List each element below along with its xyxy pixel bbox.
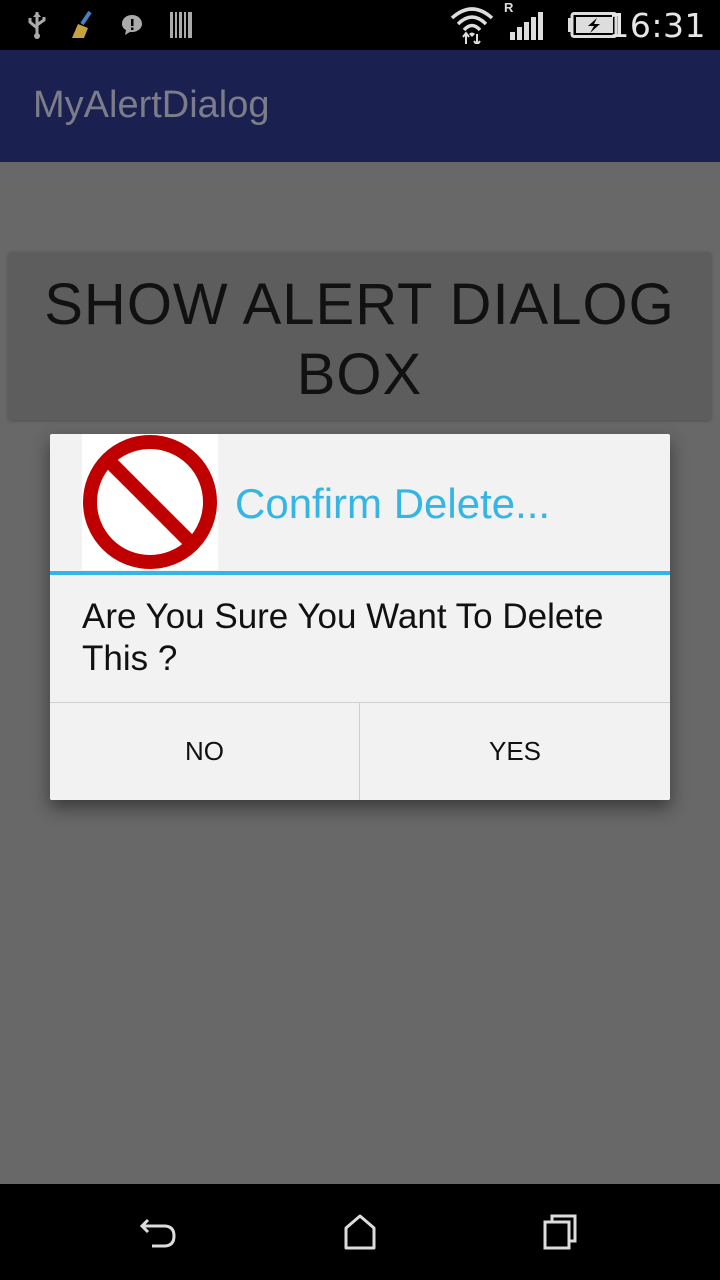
back-icon[interactable] <box>138 1212 178 1252</box>
dialog-message: Are You Sure You Want To Delete This ? <box>82 597 604 678</box>
no-entry-icon <box>82 434 218 570</box>
usb-icon <box>28 12 46 39</box>
status-time: 16:31 <box>608 6 706 45</box>
wifi-icon <box>450 7 494 44</box>
recents-icon[interactable] <box>542 1212 578 1252</box>
barcode-icon <box>170 12 192 38</box>
app-title: MyAlertDialog <box>33 84 270 126</box>
message-icon <box>122 15 142 35</box>
yes-button[interactable]: YES <box>360 703 670 800</box>
alert-dialog: Confirm Delete... Are You Sure You Want … <box>50 434 670 800</box>
signal-icon <box>510 12 543 40</box>
home-icon[interactable] <box>342 1212 378 1252</box>
dialog-header: Confirm Delete... <box>50 434 670 571</box>
dialog-title-divider <box>50 571 670 575</box>
show-alert-dialog-button[interactable]: SHOW ALERT DIALOG BOX <box>8 252 711 420</box>
dialog-title: Confirm Delete... <box>235 480 551 527</box>
cleaner-icon <box>72 10 92 38</box>
status-bar: R 16:31 <box>0 0 720 50</box>
navigation-bar <box>0 1184 720 1280</box>
app-bar: MyAlertDialog <box>0 50 720 162</box>
no-button[interactable]: NO <box>50 703 360 800</box>
dialog-button-bar: NO YES <box>50 702 670 800</box>
